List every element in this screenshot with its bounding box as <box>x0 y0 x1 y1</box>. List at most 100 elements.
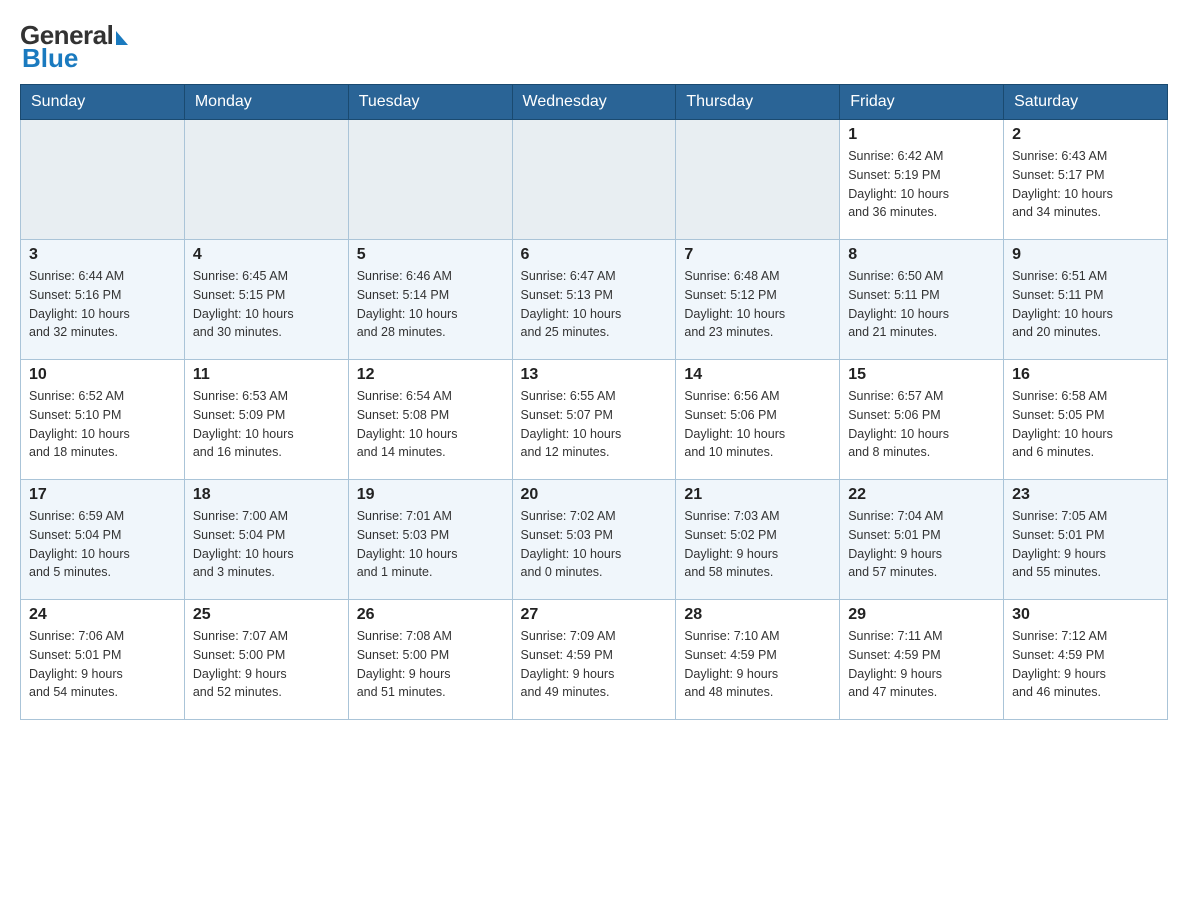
day-number: 22 <box>848 486 995 504</box>
day-info: Sunrise: 6:59 AM Sunset: 5:04 PM Dayligh… <box>29 507 176 582</box>
day-info: Sunrise: 7:08 AM Sunset: 5:00 PM Dayligh… <box>357 627 504 702</box>
calendar-day-cell: 15Sunrise: 6:57 AM Sunset: 5:06 PM Dayli… <box>840 360 1004 480</box>
day-number: 28 <box>684 606 831 624</box>
calendar-day-cell: 19 Sunrise: 7:01 AM Sunset: 5:03 PM Dayli… <box>348 480 512 600</box>
day-number: 21 <box>684 486 831 504</box>
day-info: Sunrise: 7:04 AM Sunset: 5:01 PM Dayligh… <box>848 507 995 582</box>
day-info: Sunrise: 6:42 AM Sunset: 5:19 PM Dayligh… <box>848 147 995 222</box>
calendar-day-cell: 16 Sunrise: 6:58 AM Sunset: 5:05 PM Dayli… <box>1004 360 1168 480</box>
calendar-weekday-header: Friday <box>840 85 1004 120</box>
day-number: 9 <box>1012 246 1159 264</box>
day-number: 2 <box>1012 126 1159 144</box>
day-info: Sunrise: 6:44 AM Sunset: 5:16 PM Dayligh… <box>29 267 176 342</box>
calendar-day-cell: 29 Sunrise: 7:11 AM Sunset: 4:59 PM Dayli… <box>840 600 1004 720</box>
logo-blue-text: Blue <box>22 43 78 74</box>
logo-arrow-icon <box>116 31 128 45</box>
calendar-weekday-header: Wednesday <box>512 85 676 120</box>
calendar-day-cell: 28 Sunrise: 7:10 AM Sunset: 4:59 PM Dayli… <box>676 600 840 720</box>
calendar-day-cell: 25 Sunrise: 7:07 AM Sunset: 5:00 PM Dayli… <box>184 600 348 720</box>
day-number: 17 <box>29 486 176 504</box>
calendar-week-row: 1 Sunrise: 6:42 AM Sunset: 5:19 PM Daylig… <box>21 120 1168 240</box>
calendar-week-row: 17 Sunrise: 6:59 AM Sunset: 5:04 PM Dayli… <box>21 480 1168 600</box>
day-number: 30 <box>1012 606 1159 624</box>
day-number: 10 <box>29 366 176 384</box>
day-number: 3 <box>29 246 176 264</box>
calendar-table: SundayMondayTuesdayWednesdayThursdayFrid… <box>20 84 1168 720</box>
calendar-day-cell: 10 Sunrise: 6:52 AM Sunset: 5:10 PM Dayli… <box>21 360 185 480</box>
calendar-weekday-header: Tuesday <box>348 85 512 120</box>
calendar-day-cell: 9Sunrise: 6:51 AM Sunset: 5:11 PM Daylig… <box>1004 240 1168 360</box>
day-info: Sunrise: 6:56 AM Sunset: 5:06 PM Dayligh… <box>684 387 831 462</box>
calendar-weekday-header: Sunday <box>21 85 185 120</box>
calendar-day-cell <box>348 120 512 240</box>
day-number: 18 <box>193 486 340 504</box>
calendar-day-cell: 18 Sunrise: 7:00 AM Sunset: 5:04 PM Dayli… <box>184 480 348 600</box>
calendar-header-row: SundayMondayTuesdayWednesdayThursdayFrid… <box>21 85 1168 120</box>
day-number: 4 <box>193 246 340 264</box>
day-info: Sunrise: 6:48 AM Sunset: 5:12 PM Dayligh… <box>684 267 831 342</box>
day-number: 5 <box>357 246 504 264</box>
day-info: Sunrise: 6:45 AM Sunset: 5:15 PM Dayligh… <box>193 267 340 342</box>
day-number: 6 <box>521 246 668 264</box>
calendar-day-cell: 14Sunrise: 6:56 AM Sunset: 5:06 PM Dayli… <box>676 360 840 480</box>
day-number: 1 <box>848 126 995 144</box>
calendar-week-row: 10 Sunrise: 6:52 AM Sunset: 5:10 PM Dayli… <box>21 360 1168 480</box>
day-info: Sunrise: 6:58 AM Sunset: 5:05 PM Dayligh… <box>1012 387 1159 462</box>
calendar-day-cell: 1 Sunrise: 6:42 AM Sunset: 5:19 PM Daylig… <box>840 120 1004 240</box>
calendar-day-cell: 7 Sunrise: 6:48 AM Sunset: 5:12 PM Daylig… <box>676 240 840 360</box>
day-info: Sunrise: 6:55 AM Sunset: 5:07 PM Dayligh… <box>521 387 668 462</box>
calendar-day-cell: 3 Sunrise: 6:44 AM Sunset: 5:16 PM Daylig… <box>21 240 185 360</box>
calendar-day-cell: 24Sunrise: 7:06 AM Sunset: 5:01 PM Dayli… <box>21 600 185 720</box>
day-number: 29 <box>848 606 995 624</box>
logo: General Blue <box>20 20 128 74</box>
calendar-day-cell: 8Sunrise: 6:50 AM Sunset: 5:11 PM Daylig… <box>840 240 1004 360</box>
calendar-day-cell <box>676 120 840 240</box>
calendar-day-cell: 12 Sunrise: 6:54 AM Sunset: 5:08 PM Dayli… <box>348 360 512 480</box>
day-info: Sunrise: 7:00 AM Sunset: 5:04 PM Dayligh… <box>193 507 340 582</box>
day-number: 8 <box>848 246 995 264</box>
day-info: Sunrise: 7:11 AM Sunset: 4:59 PM Dayligh… <box>848 627 995 702</box>
day-number: 16 <box>1012 366 1159 384</box>
calendar-day-cell: 21 Sunrise: 7:03 AM Sunset: 5:02 PM Dayli… <box>676 480 840 600</box>
day-number: 23 <box>1012 486 1159 504</box>
day-number: 15 <box>848 366 995 384</box>
day-info: Sunrise: 7:12 AM Sunset: 4:59 PM Dayligh… <box>1012 627 1159 702</box>
day-number: 19 <box>357 486 504 504</box>
day-number: 11 <box>193 366 340 384</box>
calendar-day-cell: 6Sunrise: 6:47 AM Sunset: 5:13 PM Daylig… <box>512 240 676 360</box>
calendar-weekday-header: Monday <box>184 85 348 120</box>
day-number: 7 <box>684 246 831 264</box>
calendar-day-cell: 5 Sunrise: 6:46 AM Sunset: 5:14 PM Daylig… <box>348 240 512 360</box>
calendar-day-cell <box>21 120 185 240</box>
day-number: 13 <box>521 366 668 384</box>
day-number: 20 <box>521 486 668 504</box>
calendar-day-cell: 27Sunrise: 7:09 AM Sunset: 4:59 PM Dayli… <box>512 600 676 720</box>
day-info: Sunrise: 6:53 AM Sunset: 5:09 PM Dayligh… <box>193 387 340 462</box>
day-info: Sunrise: 7:07 AM Sunset: 5:00 PM Dayligh… <box>193 627 340 702</box>
calendar-day-cell: 11 Sunrise: 6:53 AM Sunset: 5:09 PM Dayli… <box>184 360 348 480</box>
calendar-week-row: 3 Sunrise: 6:44 AM Sunset: 5:16 PM Daylig… <box>21 240 1168 360</box>
calendar-day-cell: 30 Sunrise: 7:12 AM Sunset: 4:59 PM Dayli… <box>1004 600 1168 720</box>
day-number: 26 <box>357 606 504 624</box>
day-info: Sunrise: 6:54 AM Sunset: 5:08 PM Dayligh… <box>357 387 504 462</box>
calendar-day-cell: 17 Sunrise: 6:59 AM Sunset: 5:04 PM Dayli… <box>21 480 185 600</box>
calendar-week-row: 24Sunrise: 7:06 AM Sunset: 5:01 PM Dayli… <box>21 600 1168 720</box>
calendar-day-cell: 4 Sunrise: 6:45 AM Sunset: 5:15 PM Daylig… <box>184 240 348 360</box>
day-number: 24 <box>29 606 176 624</box>
day-info: Sunrise: 7:02 AM Sunset: 5:03 PM Dayligh… <box>521 507 668 582</box>
day-number: 27 <box>521 606 668 624</box>
day-number: 12 <box>357 366 504 384</box>
day-info: Sunrise: 6:46 AM Sunset: 5:14 PM Dayligh… <box>357 267 504 342</box>
calendar-day-cell: 13 Sunrise: 6:55 AM Sunset: 5:07 PM Dayli… <box>512 360 676 480</box>
day-info: Sunrise: 7:10 AM Sunset: 4:59 PM Dayligh… <box>684 627 831 702</box>
day-info: Sunrise: 6:43 AM Sunset: 5:17 PM Dayligh… <box>1012 147 1159 222</box>
calendar-day-cell: 20 Sunrise: 7:02 AM Sunset: 5:03 PM Dayli… <box>512 480 676 600</box>
calendar-weekday-header: Thursday <box>676 85 840 120</box>
day-info: Sunrise: 7:03 AM Sunset: 5:02 PM Dayligh… <box>684 507 831 582</box>
day-info: Sunrise: 6:52 AM Sunset: 5:10 PM Dayligh… <box>29 387 176 462</box>
day-number: 25 <box>193 606 340 624</box>
page-header: General Blue <box>20 20 1168 74</box>
calendar-day-cell <box>184 120 348 240</box>
calendar-weekday-header: Saturday <box>1004 85 1168 120</box>
day-info: Sunrise: 7:01 AM Sunset: 5:03 PM Dayligh… <box>357 507 504 582</box>
